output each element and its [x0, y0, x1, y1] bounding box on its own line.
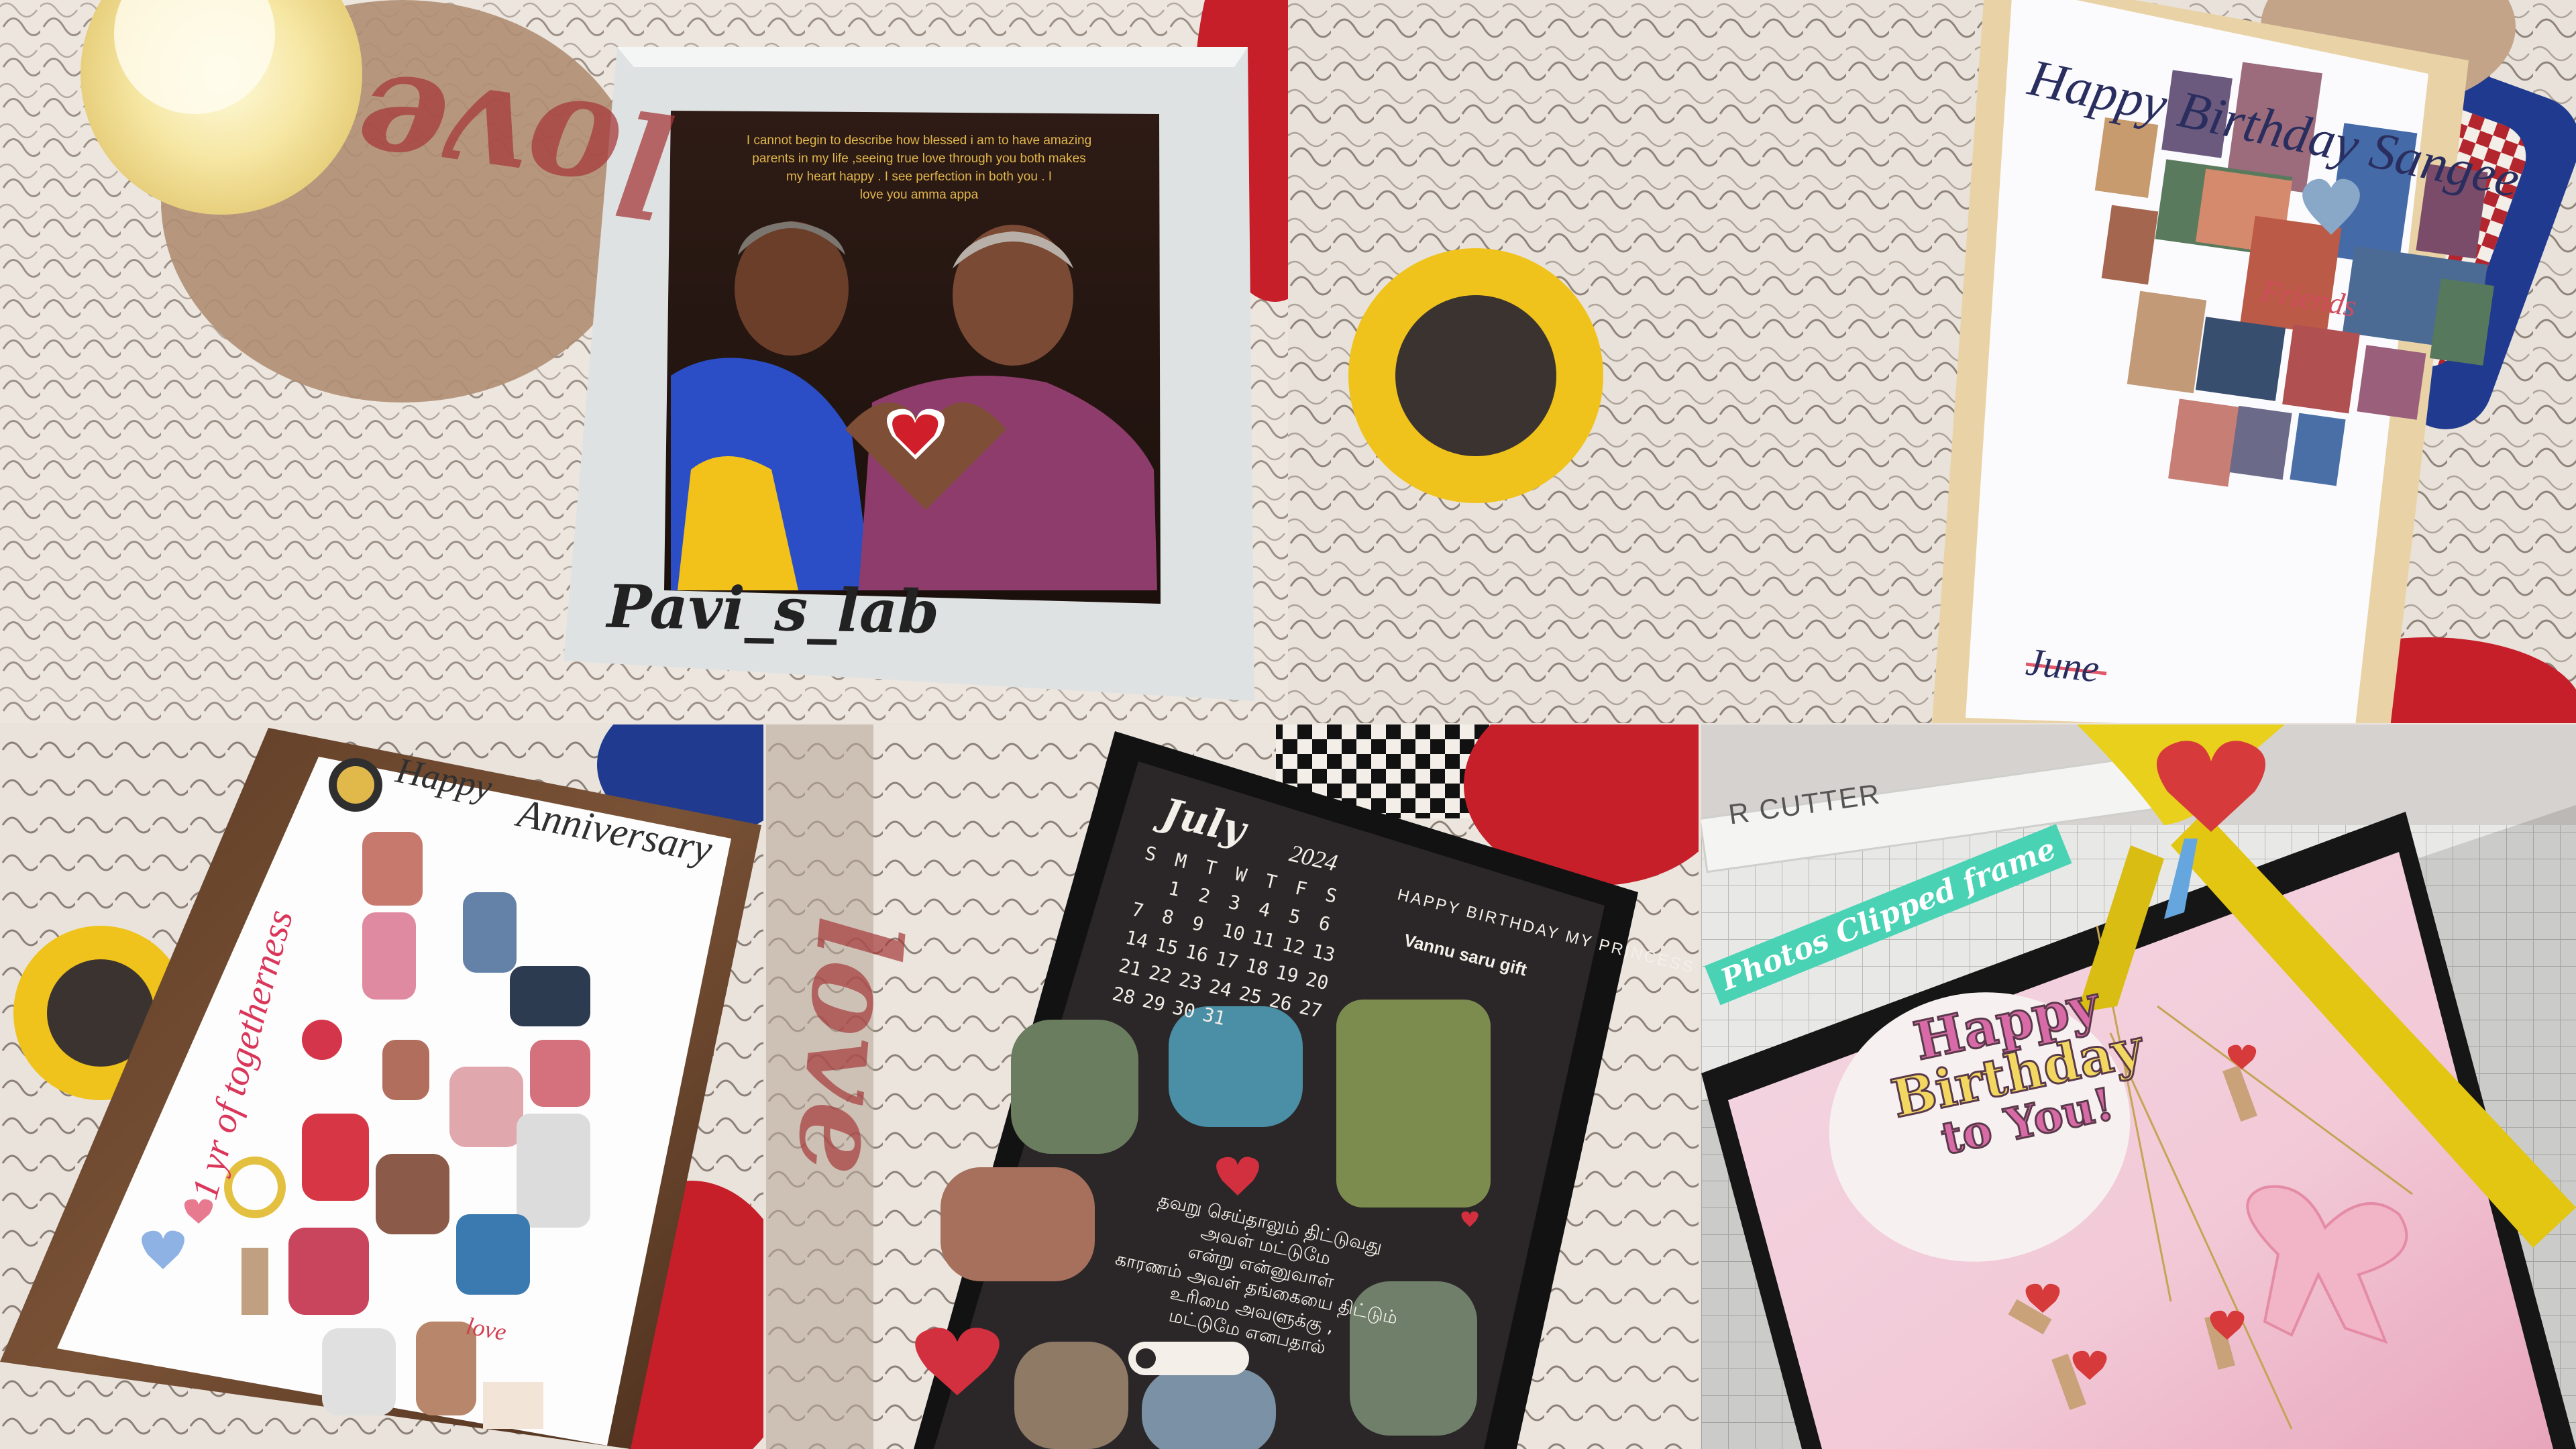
- photo-anniversary-frame: Happy Anniversary 1 yr of togetherness l…: [0, 724, 763, 1449]
- photo-calendar-frame: July 2024 HAPPY BIRTHDAY MY PRINCESS Van…: [766, 724, 1699, 1449]
- parents-quote: I cannot begin to describe how blessed i…: [698, 131, 1140, 204]
- quote-line: love you amma appa: [859, 188, 979, 202]
- quote-line: parents in my life ,seeing true love thr…: [752, 152, 1086, 166]
- collage-month: June: [2023, 639, 2102, 691]
- quote-line: my heart happy . I see perfection in bot…: [786, 170, 1053, 184]
- photo-birthday-collage: Happy Birthday Sangee Friends June: [1288, 0, 2576, 723]
- spotify-code: [1128, 1342, 1249, 1375]
- photo-parents-frame: I cannot begin to describe how blessed i…: [0, 0, 1288, 723]
- photo-clipped-frame: R CUTTER Photos Clipped frame Happy Birt…: [1701, 724, 2576, 1449]
- fabric-love-text: love: [770, 912, 926, 1181]
- day: [1137, 887, 1167, 894]
- watermark-text: Pavi_s_lab: [606, 571, 940, 647]
- quote-line: I cannot begin to describe how blessed i…: [746, 133, 1092, 148]
- birthday-collage-scene: [1288, 0, 2576, 723]
